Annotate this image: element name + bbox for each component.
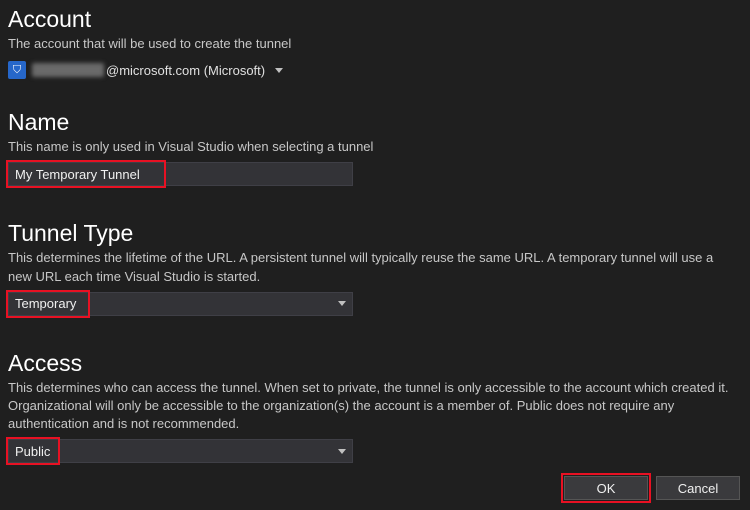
chevron-down-icon [338, 449, 346, 454]
account-email-suffix: @microsoft.com (Microsoft) [106, 63, 265, 78]
access-section: Access This determines who can access th… [8, 350, 742, 468]
account-email-redacted [32, 63, 104, 77]
name-section-desc: This name is only used in Visual Studio … [8, 138, 738, 156]
chevron-down-icon [338, 301, 346, 306]
tunnel-type-value: Temporary [15, 296, 76, 311]
name-section: Name This name is only used in Visual St… [8, 109, 742, 190]
ok-button[interactable]: OK [564, 476, 648, 500]
dev-tunnel-dialog: Account The account that will be used to… [0, 0, 750, 510]
tunnel-type-section: Tunnel Type This determines the lifetime… [8, 220, 742, 319]
account-email-label: @microsoft.com (Microsoft) [32, 63, 265, 78]
access-section-title: Access [8, 350, 742, 377]
account-section-desc: The account that will be used to create … [8, 35, 738, 53]
dialog-buttons: OK Cancel [564, 476, 740, 500]
access-section-desc: This determines who can access the tunne… [8, 379, 738, 434]
access-select[interactable]: Public [8, 439, 353, 463]
account-section: Account The account that will be used to… [8, 6, 742, 81]
account-section-title: Account [8, 6, 742, 33]
cancel-button[interactable]: Cancel [656, 476, 740, 500]
tunnel-type-section-desc: This determines the lifetime of the URL.… [8, 249, 738, 285]
name-section-title: Name [8, 109, 742, 136]
access-value: Public [15, 444, 50, 459]
account-badge-icon: ⛉ [8, 61, 26, 79]
chevron-down-icon [275, 68, 283, 73]
tunnel-name-input[interactable] [8, 162, 353, 186]
tunnel-type-section-title: Tunnel Type [8, 220, 742, 247]
account-dropdown[interactable]: ⛉ @microsoft.com (Microsoft) [8, 59, 742, 81]
tunnel-type-select[interactable]: Temporary [8, 292, 353, 316]
